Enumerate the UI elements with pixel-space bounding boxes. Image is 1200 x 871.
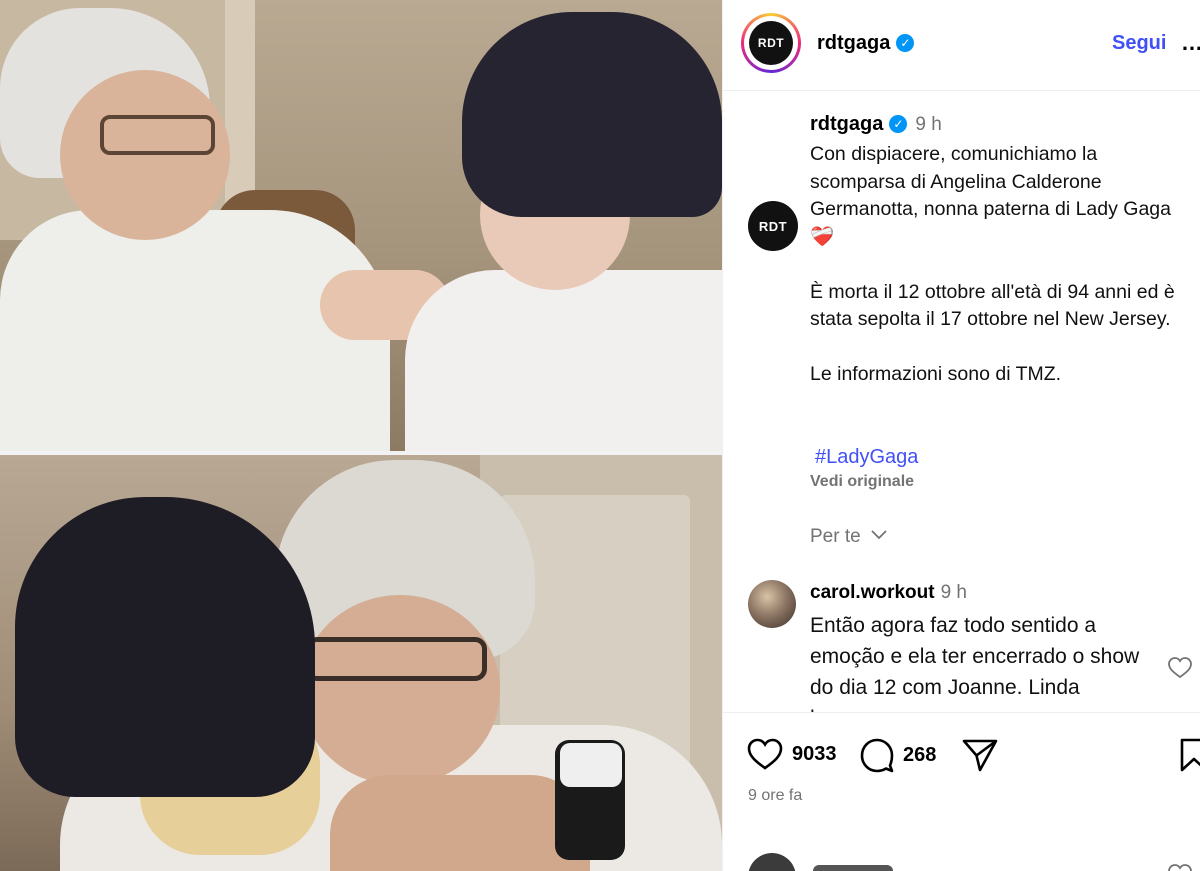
comment-bubble-icon[interactable] bbox=[859, 737, 895, 773]
verified-badge-icon: ✓ bbox=[896, 34, 915, 52]
photo-grandma-face bbox=[300, 595, 500, 785]
like-heart-icon[interactable] bbox=[746, 737, 784, 771]
action-bar: 9033 268 9 ore fa bbox=[723, 712, 1200, 871]
next-comment-like-icon[interactable] bbox=[1167, 863, 1193, 871]
hashtag-link[interactable]: #LadyGaga bbox=[815, 446, 918, 469]
comment-like-icon[interactable] bbox=[1167, 656, 1193, 680]
caption-text: Con dispiacere, comunichiamo la scompars… bbox=[810, 141, 1195, 416]
comment-header: carol.workout 9 h bbox=[810, 582, 967, 604]
comment-count[interactable]: 268 bbox=[903, 744, 936, 767]
see-original-link[interactable]: Vedi originale bbox=[810, 473, 914, 491]
caption-paragraph-1: Con dispiacere, comunichiamo la scompars… bbox=[810, 143, 1171, 220]
photo-gaga-shirt bbox=[405, 270, 722, 451]
comment-time: 9 h bbox=[940, 582, 967, 603]
caption-avatar[interactable]: RDT bbox=[748, 201, 798, 251]
photo-watch-face bbox=[560, 743, 622, 787]
post-image-carousel[interactable] bbox=[0, 0, 722, 871]
header-avatar[interactable]: RDT bbox=[741, 13, 801, 73]
caption-time[interactable]: 9 h bbox=[915, 114, 941, 135]
photo-gaga-hat bbox=[462, 12, 722, 217]
like-count[interactable]: 9033 bbox=[792, 743, 837, 766]
next-comment-username bbox=[813, 865, 893, 871]
caption-paragraph: Con dispiacere, comunichiamo la scompars… bbox=[810, 141, 1195, 251]
header-username[interactable]: rdtgaga bbox=[817, 32, 890, 54]
rdt-logo: RDT bbox=[749, 21, 793, 65]
next-comment-avatar[interactable] bbox=[748, 853, 796, 871]
caption-paragraph-2: È morta il 12 ottobre all'età di 94 anni… bbox=[810, 280, 1175, 331]
more-options-icon[interactable]: … bbox=[1181, 30, 1200, 56]
share-plane-icon[interactable] bbox=[961, 737, 999, 773]
comment-avatar[interactable] bbox=[748, 580, 796, 628]
like-action[interactable]: 9033 bbox=[746, 737, 837, 771]
header-username-link[interactable]: rdtgaga ✓ bbox=[817, 32, 915, 55]
post-photo-bottom bbox=[0, 455, 722, 871]
for-you-label: Per te bbox=[810, 526, 861, 547]
verified-badge-icon: ✓ bbox=[889, 115, 908, 133]
post-photo-top bbox=[0, 0, 722, 451]
chevron-down-icon bbox=[871, 530, 887, 540]
photo-gaga-hat bbox=[15, 497, 315, 797]
avatar-ring-inner: RDT bbox=[744, 16, 798, 70]
save-action[interactable] bbox=[1179, 737, 1200, 773]
for-you-dropdown[interactable]: Per te bbox=[810, 526, 888, 548]
post-side-panel: RDT rdtgaga ✓ Segui … RDT rdtgaga ✓ 9 h Con… bbox=[722, 0, 1200, 871]
caption-header: rdtgaga ✓ 9 h bbox=[810, 113, 942, 136]
post-header: RDT rdtgaga ✓ Segui … bbox=[723, 0, 1200, 91]
photo-grandma-face bbox=[60, 70, 230, 240]
follow-button[interactable]: Segui bbox=[1112, 32, 1166, 55]
bookmark-icon[interactable] bbox=[1179, 737, 1200, 773]
photo-hands bbox=[330, 775, 590, 871]
comment-action[interactable]: 268 bbox=[859, 737, 936, 773]
broken-heart-emoji: ❤️‍🩹 bbox=[810, 225, 835, 248]
photo-grandma-glasses bbox=[305, 637, 487, 681]
photo-grandma-glasses bbox=[100, 115, 215, 155]
post-timestamp[interactable]: 9 ore fa bbox=[748, 787, 802, 805]
caption-username[interactable]: rdtgaga bbox=[810, 113, 883, 135]
share-action[interactable] bbox=[961, 737, 999, 773]
caption-paragraph-3: Le informazioni sono di TMZ. bbox=[810, 363, 1062, 385]
comment-username[interactable]: carol.workout bbox=[810, 582, 935, 603]
